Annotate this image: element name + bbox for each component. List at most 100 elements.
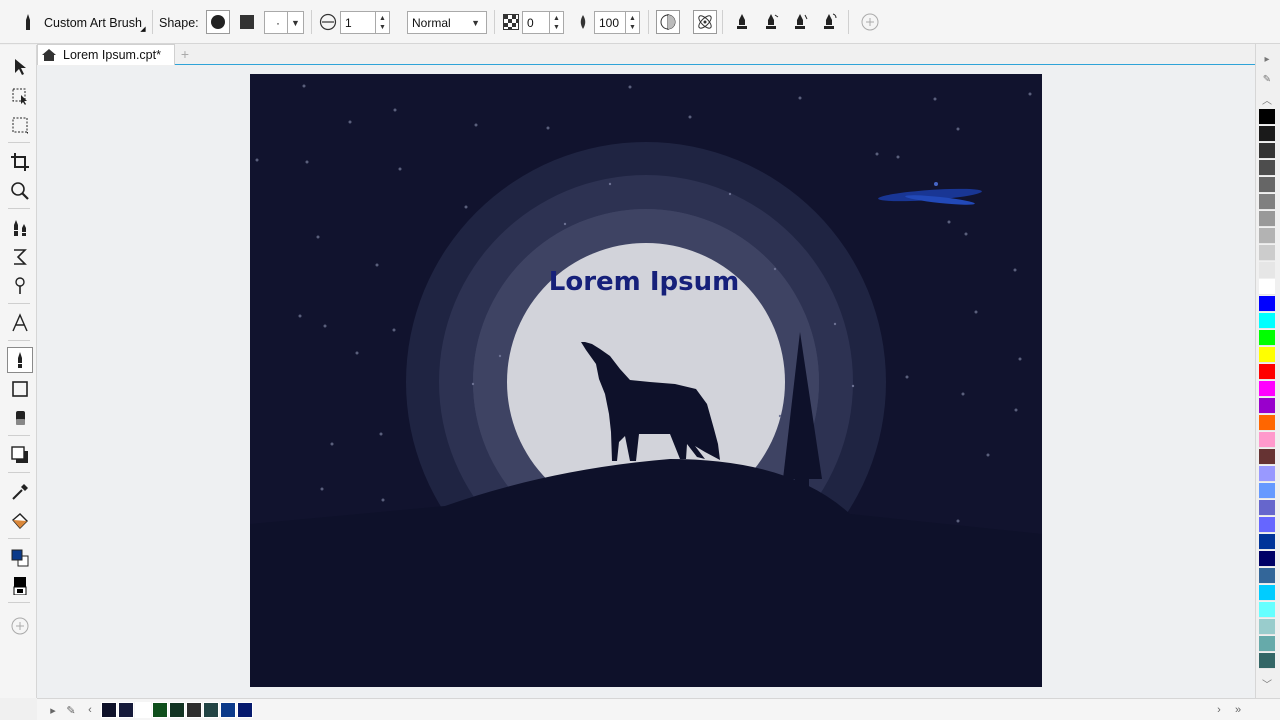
palette-swatch[interactable] [1259, 313, 1275, 329]
drop-shadow-tool-icon[interactable] [7, 442, 33, 468]
stroke-width-spinner[interactable]: ▲ ▼ [376, 11, 390, 34]
bearing-button[interactable] [788, 10, 812, 34]
artistic-media-tool-icon[interactable] [7, 347, 33, 373]
palette-swatch[interactable] [1259, 636, 1275, 652]
smoothing-button[interactable] [656, 10, 680, 34]
round-nib-button[interactable] [206, 10, 230, 34]
document-palette-swatch[interactable] [186, 702, 202, 718]
palette-swatch[interactable] [1259, 143, 1275, 159]
document-palette-swatch[interactable] [203, 702, 219, 718]
shape-tool-icon[interactable] [7, 83, 33, 109]
palette-swatch[interactable] [1259, 449, 1275, 465]
palette-swatch[interactable] [1259, 466, 1275, 482]
brush-tools-icon[interactable] [7, 215, 33, 241]
app-window: Custom Art Brush ◢ Shape: · ▼ 1 ▲ ▼ Norma… [0, 0, 1280, 720]
transparency-spinner[interactable]: ▲ ▼ [550, 11, 564, 34]
palette-swatch[interactable] [1259, 347, 1275, 363]
document-palette-swatch[interactable] [169, 702, 185, 718]
customize-toolbox-icon[interactable] [7, 613, 33, 639]
new-tab-button[interactable]: + [177, 45, 193, 63]
tilt-button[interactable] [759, 10, 783, 34]
palette-swatch[interactable] [1259, 551, 1275, 567]
brush-flyout-arrow-icon[interactable]: ◢ [140, 26, 146, 33]
palette-swatch[interactable] [1259, 296, 1275, 312]
eraser-tool-icon[interactable] [7, 405, 33, 431]
pressure-button[interactable] [730, 10, 754, 34]
flow-spinner[interactable]: ▲ ▼ [626, 11, 640, 34]
blend-mode-value: Normal [412, 15, 451, 30]
document-palette-swatch[interactable] [118, 702, 134, 718]
effect-tools-icon[interactable] [7, 244, 33, 270]
eyedropper-icon[interactable]: ✎ [1259, 74, 1275, 85]
property-bar: Custom Art Brush ◢ Shape: · ▼ 1 ▲ ▼ Norma… [0, 0, 1280, 44]
rectangle-selection-tool-icon[interactable] [7, 112, 33, 138]
add-icon[interactable] [860, 12, 880, 32]
palette-swatch[interactable] [1259, 228, 1275, 244]
blend-mode-select[interactable]: Normal ▼ [407, 11, 487, 34]
nib-size-dropdown-button[interactable]: ▼ [287, 11, 304, 34]
palette-swatch[interactable] [1259, 194, 1275, 210]
rotation-button[interactable] [693, 10, 717, 34]
document-palette-swatch[interactable] [101, 702, 117, 718]
palette-swatch[interactable] [1259, 568, 1275, 584]
palette-swatch[interactable] [1259, 279, 1275, 295]
palette-menu-arrow-icon[interactable]: ▸ [47, 702, 59, 718]
palette-scroll-up-icon[interactable]: ︿ [1259, 92, 1275, 107]
document-palette-swatch[interactable] [135, 702, 151, 718]
palette-expand-arrow-icon[interactable]: ▸ [1259, 54, 1275, 65]
palette-swatch[interactable] [1259, 109, 1275, 125]
palette-scroll-down-icon[interactable]: ﹀ [1259, 676, 1275, 691]
nib-size-preview[interactable]: · [264, 11, 288, 34]
palette-swatch[interactable] [1259, 211, 1275, 227]
home-icon [42, 49, 56, 61]
scroll-end-icon[interactable]: » [1231, 702, 1245, 718]
eyedropper-tool-icon[interactable] [7, 479, 33, 505]
transparency-input[interactable]: 0 [522, 11, 550, 34]
palette-swatch[interactable] [1259, 432, 1275, 448]
tab-document[interactable]: Lorem Ipsum.cpt* [37, 44, 175, 65]
zoom-tool-icon[interactable] [7, 178, 33, 204]
scroll-right-icon[interactable]: › [1213, 702, 1225, 718]
rectangle-tool-icon[interactable] [7, 376, 33, 402]
drawing-workspace[interactable]: Lorem Ipsum [37, 66, 1255, 698]
palette-swatch[interactable] [1259, 602, 1275, 618]
palette-swatch[interactable] [1259, 483, 1275, 499]
fill-tool-icon[interactable] [7, 508, 33, 534]
clone-tool-icon[interactable] [7, 273, 33, 299]
artwork-headline[interactable]: Lorem Ipsum [549, 267, 739, 297]
palette-swatch[interactable] [1259, 381, 1275, 397]
palette-swatch[interactable] [1259, 126, 1275, 142]
document-tab-bar: Lorem Ipsum.cpt* + [37, 44, 1255, 65]
document-palette-swatch[interactable] [220, 702, 236, 718]
crop-tool-icon[interactable] [7, 149, 33, 175]
flow-input[interactable]: 100 [594, 11, 626, 34]
shape-label: Shape: [159, 16, 199, 30]
palette-swatch[interactable] [1259, 364, 1275, 380]
fill-outline-color-icon[interactable] [7, 545, 33, 571]
palette-swatch[interactable] [1259, 500, 1275, 516]
palette-swatch[interactable] [1259, 160, 1275, 176]
scroll-left-icon[interactable]: ‹ [85, 702, 95, 718]
palette-swatch[interactable] [1259, 415, 1275, 431]
palette-swatch[interactable] [1259, 517, 1275, 533]
palette-swatch[interactable] [1259, 619, 1275, 635]
stroke-width-input[interactable]: 1 [340, 11, 376, 34]
brush-name-label: Custom Art Brush [44, 16, 142, 30]
rotation-pen-button[interactable] [817, 10, 841, 34]
pick-tool-icon[interactable] [7, 54, 33, 80]
artwork-canvas[interactable]: Lorem Ipsum [250, 74, 1042, 687]
square-nib-button[interactable] [235, 10, 259, 34]
palette-swatch[interactable] [1259, 653, 1275, 669]
palette-swatch[interactable] [1259, 177, 1275, 193]
document-palette-swatch[interactable] [152, 702, 168, 718]
palette-swatch[interactable] [1259, 534, 1275, 550]
palette-swatch[interactable] [1259, 585, 1275, 601]
palette-swatch[interactable] [1259, 398, 1275, 414]
document-eyedropper-icon[interactable]: ✎ [63, 702, 79, 718]
text-tool-icon[interactable] [7, 310, 33, 336]
palette-swatch[interactable] [1259, 262, 1275, 278]
palette-swatch[interactable] [1259, 330, 1275, 346]
default-colors-icon[interactable] [7, 572, 33, 598]
palette-swatch[interactable] [1259, 245, 1275, 261]
document-palette-swatch[interactable] [237, 702, 253, 718]
